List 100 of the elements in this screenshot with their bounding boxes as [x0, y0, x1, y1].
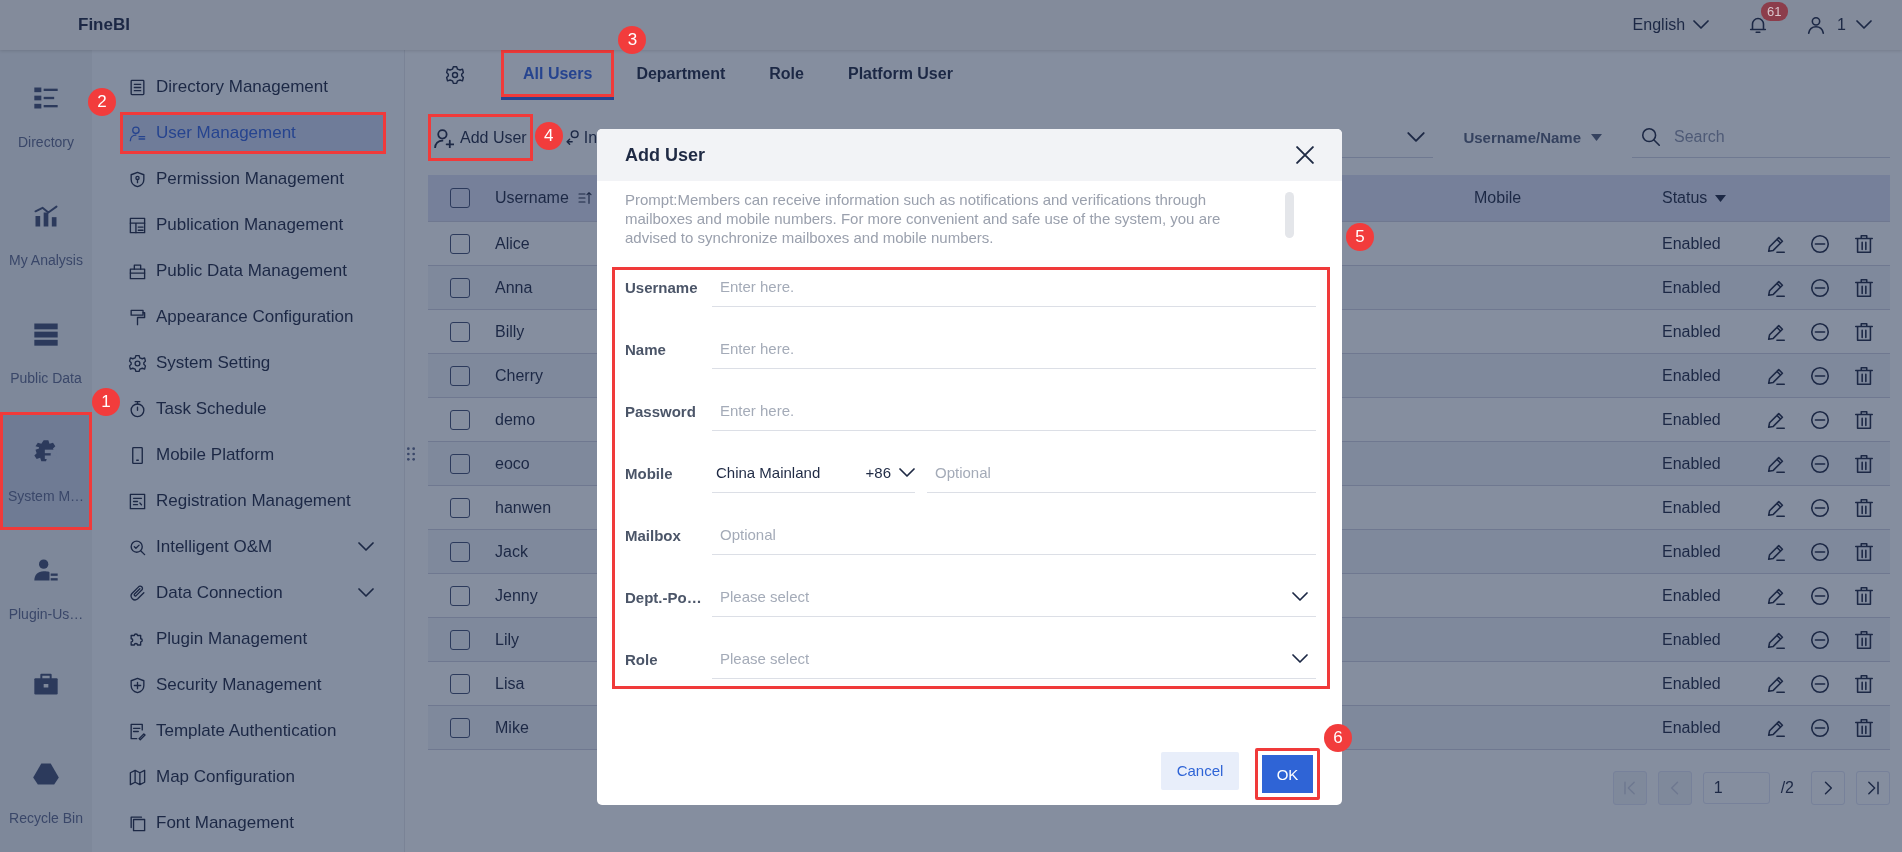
user-menu[interactable]: 1: [1805, 14, 1872, 36]
map-icon: [128, 767, 147, 787]
menu-item[interactable]: Plugin Management: [120, 618, 386, 660]
form-icon: [128, 491, 147, 511]
checkbox[interactable]: [450, 453, 470, 474]
minus-circle-icon[interactable]: [1809, 496, 1831, 519]
menu-item[interactable]: Font Management: [120, 802, 386, 844]
trash-icon[interactable]: [1853, 364, 1875, 387]
page-button[interactable]: [1811, 771, 1845, 805]
caret-down-icon: [1591, 134, 1602, 141]
step-number-badge: 2: [88, 88, 116, 116]
minus-circle-icon[interactable]: [1809, 276, 1831, 299]
menu-item[interactable]: Directory Management: [120, 66, 386, 108]
page-input[interactable]: 1: [1702, 772, 1770, 804]
status-cell: Enabled: [1662, 630, 1721, 649]
menu-item[interactable]: User Management: [120, 112, 386, 154]
checkbox[interactable]: [450, 409, 470, 430]
minus-circle-icon[interactable]: [1809, 672, 1831, 695]
minus-circle-icon[interactable]: [1809, 716, 1831, 739]
checkbox[interactable]: [450, 497, 470, 518]
shield-icon: [128, 169, 147, 189]
nav-rail-item[interactable]: Recycle Bin: [0, 734, 92, 852]
trash-icon[interactable]: [1853, 452, 1875, 475]
minus-circle-icon[interactable]: [1809, 364, 1831, 387]
cancel-button[interactable]: Cancel: [1161, 751, 1239, 790]
toolbar-button[interactable]: In: [564, 114, 598, 161]
nav-rail-item[interactable]: My Analysis: [0, 176, 92, 294]
trash-icon[interactable]: [1853, 496, 1875, 519]
trash-icon[interactable]: [1853, 584, 1875, 607]
checkbox[interactable]: [450, 365, 470, 386]
nav-rail-item[interactable]: Plugin-Us…: [0, 530, 92, 648]
shield-plus-icon: [128, 675, 147, 695]
checkbox[interactable]: [450, 541, 470, 562]
trash-icon[interactable]: [1853, 232, 1875, 255]
tab[interactable]: Role: [747, 50, 826, 100]
menu-item[interactable]: Publication Management: [120, 204, 386, 246]
minus-circle-icon[interactable]: [1809, 320, 1831, 343]
step-number-badge: 5: [1346, 223, 1374, 251]
menu-item[interactable]: Public Data Management: [120, 250, 386, 292]
minus-circle-icon[interactable]: [1809, 232, 1831, 255]
page-button[interactable]: [1856, 771, 1890, 805]
minus-circle-icon[interactable]: [1809, 540, 1831, 563]
input-field[interactable]: Enter here.: [712, 391, 1316, 431]
add-user-button[interactable]: Add User: [428, 114, 533, 161]
field-label: Password: [625, 402, 697, 420]
trash-icon[interactable]: [1853, 628, 1875, 651]
nav-rail-item[interactable]: Public Data: [0, 294, 92, 412]
checkbox[interactable]: [450, 233, 470, 254]
select-field[interactable]: Please select: [712, 577, 1316, 617]
column-header: Mobile: [1474, 189, 1522, 207]
input-field[interactable]: Enter here.: [712, 267, 1316, 307]
checkbox[interactable]: [450, 629, 470, 650]
input-field[interactable]: Optional: [927, 453, 1316, 493]
menu-item[interactable]: Appearance Configuration: [120, 296, 386, 338]
checkbox[interactable]: [450, 673, 470, 694]
trash-icon[interactable]: [1853, 716, 1875, 739]
trash-icon[interactable]: [1853, 672, 1875, 695]
select-field[interactable]: Please select: [712, 639, 1316, 679]
checkbox[interactable]: [450, 277, 470, 298]
chevron-down-icon: [1292, 591, 1308, 602]
checkbox[interactable]: [450, 585, 470, 606]
minus-circle-icon[interactable]: [1809, 584, 1831, 607]
document-pen-icon: [128, 721, 147, 741]
menu-item[interactable]: Map Configuration: [120, 756, 386, 798]
trash-icon[interactable]: [1853, 320, 1875, 343]
minus-circle-icon[interactable]: [1809, 408, 1831, 431]
input-field[interactable]: Enter here.: [712, 329, 1316, 369]
trash-icon[interactable]: [1853, 276, 1875, 299]
status-cell: Enabled: [1662, 586, 1721, 605]
trash-icon[interactable]: [1853, 408, 1875, 431]
checkbox[interactable]: [450, 188, 470, 208]
menu-item[interactable]: Permission Management: [120, 158, 386, 200]
menu-item[interactable]: Mobile Platform: [120, 434, 386, 476]
settings-icon: [445, 65, 465, 85]
tab[interactable]: All Users: [501, 50, 615, 100]
close-icon[interactable]: [1296, 146, 1314, 164]
menu-item[interactable]: Security Management: [120, 664, 386, 706]
menu-item[interactable]: Template Authentication: [120, 710, 386, 752]
minus-circle-icon[interactable]: [1809, 452, 1831, 475]
column-header: Username: [495, 189, 569, 207]
input-field[interactable]: Optional: [712, 515, 1316, 555]
scrollbar[interactable]: [1285, 192, 1294, 238]
search-scope-dropdown[interactable]: Username/Name: [1463, 129, 1602, 146]
language-selector[interactable]: English: [1632, 16, 1710, 34]
menu-item[interactable]: Data Connection: [120, 572, 386, 614]
menu-item[interactable]: Task Schedule: [120, 388, 386, 430]
checkbox[interactable]: [450, 321, 470, 342]
notification-count-badge: 61: [1761, 2, 1788, 21]
tab[interactable]: Platform User: [825, 50, 975, 100]
menu-item[interactable]: System Setting: [120, 342, 386, 384]
menu-item[interactable]: Intelligent O&M: [120, 526, 386, 568]
minus-circle-icon[interactable]: [1809, 628, 1831, 651]
list-icon: [128, 77, 147, 97]
trash-icon[interactable]: [1853, 540, 1875, 563]
field-label: Mobile: [625, 464, 674, 482]
region-dropdown[interactable]: China Mainland +86: [712, 453, 915, 493]
field-label: Username: [625, 278, 699, 296]
ok-button[interactable]: OK: [1255, 748, 1320, 800]
menu-item[interactable]: Registration Management: [120, 480, 386, 522]
checkbox[interactable]: [450, 717, 470, 738]
